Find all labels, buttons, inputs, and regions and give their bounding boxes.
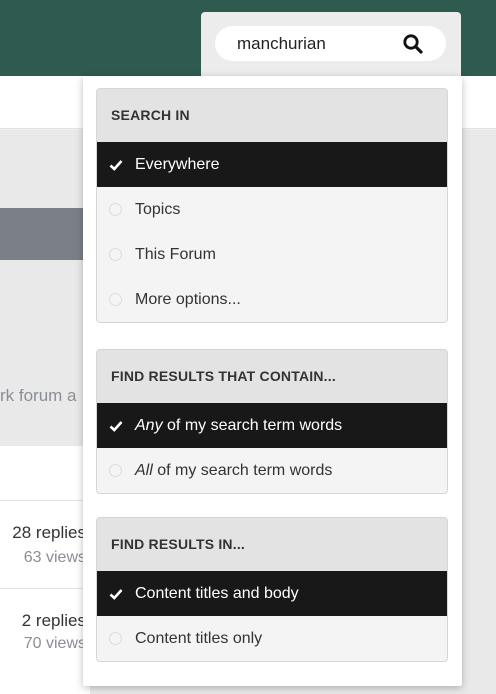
contain-heading: FIND RESULTS THAT CONTAIN... — [97, 350, 447, 403]
option-titles-and-body[interactable]: Content titles and body — [97, 571, 447, 616]
reply-count: 2 replies — [21, 611, 86, 630]
contain-group: FIND RESULTS THAT CONTAIN... Any of my s… — [96, 349, 448, 494]
option-everywhere[interactable]: Everywhere — [97, 142, 447, 187]
option-label: This Forum — [135, 246, 216, 263]
view-count: 63 views — [23, 549, 86, 566]
search-icon — [403, 34, 423, 54]
option-label: Topics — [135, 201, 181, 218]
search-in-group: SEARCH IN Everywhere Topics This Forum M… — [96, 88, 448, 323]
reply-count: 28 replies — [12, 523, 86, 542]
thread-stats-row[interactable]: 28 replies 63 views — [0, 500, 90, 586]
results-in-heading: FIND RESULTS IN... — [97, 518, 447, 571]
search-box — [215, 26, 446, 61]
check-icon — [109, 589, 123, 600]
option-emphasis: Any — [135, 417, 163, 434]
forum-description-fragment: rk forum a — [0, 386, 77, 405]
option-all-words[interactable]: All of my search term words — [97, 448, 447, 493]
search-button[interactable] — [401, 32, 425, 56]
option-more-options[interactable]: More options... — [97, 277, 447, 322]
option-label: Content titles only — [135, 630, 263, 647]
option-this-forum[interactable]: This Forum — [97, 232, 447, 277]
option-label: Everywhere — [135, 156, 220, 173]
option-emphasis: All — [135, 462, 153, 479]
radio-icon — [109, 293, 122, 306]
check-icon — [109, 160, 123, 171]
view-count: 70 views — [23, 635, 86, 652]
search-options-dropdown: SEARCH IN Everywhere Topics This Forum M… — [83, 76, 462, 686]
search-input[interactable] — [237, 26, 407, 61]
option-label: Content titles and body — [135, 585, 299, 602]
radio-icon — [109, 203, 122, 216]
option-label: More options... — [135, 291, 241, 308]
option-topics[interactable]: Topics — [97, 187, 447, 232]
radio-icon — [109, 632, 122, 645]
option-label: of my search term words — [152, 462, 333, 479]
radio-icon — [109, 248, 122, 261]
option-titles-only[interactable]: Content titles only — [97, 616, 447, 661]
option-label: of my search term words — [162, 417, 343, 434]
results-in-group: FIND RESULTS IN... Content titles and bo… — [96, 517, 448, 662]
radio-icon — [109, 464, 122, 477]
thread-stats-row[interactable]: 2 replies 70 views — [0, 588, 90, 674]
option-any-words[interactable]: Any of my search term words — [97, 403, 447, 448]
check-icon — [109, 421, 123, 432]
search-in-heading: SEARCH IN — [97, 89, 447, 142]
section-banner — [0, 208, 90, 260]
